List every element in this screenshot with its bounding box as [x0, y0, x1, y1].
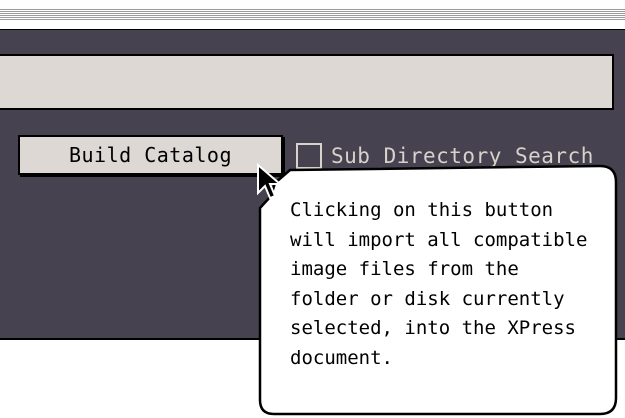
checkbox-box[interactable] [296, 143, 322, 169]
screenshot: Build Catalog Sub Directory Search Click… [0, 0, 625, 418]
window-title-bar[interactable] [0, 0, 625, 30]
sub-directory-search-checkbox[interactable]: Sub Directory Search [296, 140, 594, 172]
sub-directory-search-label: Sub Directory Search [331, 144, 594, 168]
title-bar-stripes [0, 9, 625, 20]
build-catalog-button[interactable]: Build Catalog [18, 135, 283, 175]
arrow-cursor-icon [257, 163, 283, 200]
help-balloon-text: Clicking on this button will import all … [290, 199, 588, 369]
path-field[interactable] [0, 54, 614, 110]
